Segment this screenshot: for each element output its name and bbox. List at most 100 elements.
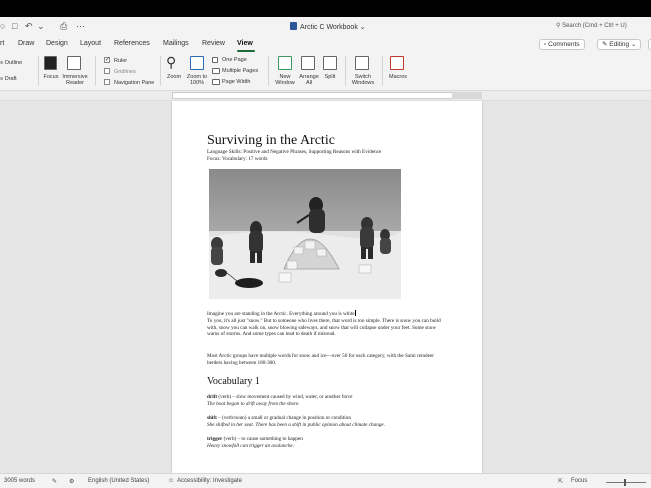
status-bar: 3005 words ✎ ⚙ English (United States) ☺… <box>0 473 651 488</box>
draft-icon: ≡ <box>0 76 4 82</box>
arrange-all-label[interactable]: Arrange All <box>296 74 322 86</box>
outline-view-button[interactable]: ≡ Outline <box>0 60 22 66</box>
comment-icon: ▫ <box>544 41 547 48</box>
focus-icon[interactable] <box>44 56 57 70</box>
vocab-example: Heavy snowfall can trigger an avalanche. <box>207 443 295 449</box>
zoom-slider-track[interactable] <box>606 482 646 483</box>
chevron-down-icon: ⌄ <box>359 24 366 31</box>
immersive-reader-icon[interactable] <box>67 56 81 70</box>
print-icon[interactable]: ⎙ <box>60 21 67 32</box>
redo-icon[interactable]: ⌄ <box>37 21 45 32</box>
tab-mailings[interactable]: Mailings <box>163 40 189 47</box>
document-page[interactable]: Surviving in the Arctic Language Skills:… <box>172 101 482 473</box>
split-label[interactable]: Split <box>320 74 340 80</box>
tab-layout[interactable]: Layout <box>80 40 101 47</box>
tab-view[interactable]: View <box>237 40 253 47</box>
multiple-pages-button[interactable]: Multiple Pages <box>222 68 258 74</box>
proofing-icon[interactable]: ✎ <box>52 478 57 485</box>
document-paragraph-1: Imagine you are standing in the Arctic. … <box>207 310 443 338</box>
gridlines-label: Gridlines <box>114 69 136 75</box>
document-paragraph-2: Most Arctic groups have multiple words f… <box>207 353 434 366</box>
accessibility-status[interactable]: Accessibility: Investigate <box>177 478 242 484</box>
zoom-label[interactable]: Zoom <box>164 74 184 80</box>
focus-mode-icon: ⇱ <box>558 479 564 485</box>
ruler-label: Ruler <box>114 58 128 64</box>
macros-icon[interactable] <box>390 56 404 70</box>
divider <box>95 56 96 86</box>
tab-references[interactable]: References <box>114 40 150 47</box>
vocab-word: trigger <box>207 436 223 442</box>
chevron-down-icon: ⌄ <box>630 41 637 48</box>
language-status[interactable]: English (United States) <box>88 478 149 484</box>
vocab-word: drift <box>207 394 218 400</box>
word-doc-icon <box>290 22 297 30</box>
ribbon-view: ≡ Outline ≡ Draft Focus Immersive Reader… <box>0 52 651 91</box>
vocab-term: shift – (verb/noun) a small or gradual c… <box>207 415 351 422</box>
vocab-definition: – (verb/noun) a small or gradual change … <box>216 415 351 421</box>
document-heading: Surviving in the Arctic <box>207 133 335 148</box>
page-width-button[interactable]: Page Width <box>222 79 250 85</box>
document-canvas[interactable]: Surviving in the Arctic Language Skills:… <box>0 101 651 473</box>
zoom-100-label[interactable]: Zoom to 100% <box>184 74 210 86</box>
ruler[interactable] <box>0 91 651 101</box>
divider <box>160 56 161 86</box>
new-window-icon[interactable] <box>278 56 292 70</box>
document-title[interactable]: Arctic C Workbook ⌄ <box>290 22 366 31</box>
navigation-pane-checkbox[interactable] <box>104 79 110 85</box>
switch-windows-label[interactable]: Switch Windows <box>348 74 378 86</box>
zoom-100-icon[interactable] <box>190 56 204 70</box>
top-black-bar <box>0 0 651 17</box>
arrange-all-icon[interactable] <box>301 56 315 70</box>
macro-record-icon[interactable]: ⚙ <box>69 478 74 485</box>
vocab-example: The boat began to drift away from the sh… <box>207 401 300 407</box>
draft-view-button[interactable]: ≡ Draft <box>0 76 17 82</box>
ribbon-tabs: rt Draw Design Layout References Mailing… <box>0 36 651 52</box>
accessibility-icon: ☺ <box>168 478 175 484</box>
divider <box>345 56 346 86</box>
word-count[interactable]: 3005 words <box>4 478 35 484</box>
tab-insert[interactable]: rt <box>0 40 4 47</box>
tab-design[interactable]: Design <box>46 40 68 47</box>
page-width-icon <box>212 79 220 85</box>
vocab-example: She shifted in her seat. There has been … <box>207 422 386 428</box>
multiple-pages-icon <box>212 68 220 74</box>
more-icon[interactable]: ⋯ <box>76 21 85 32</box>
outline-icon: ≡ <box>0 60 4 66</box>
undo-icon[interactable]: ↶ <box>25 21 33 32</box>
paragraph-1-body: To you, it's all just "snow." But to som… <box>207 317 441 338</box>
paragraph-1-first-line: Imagine you are standing in the Arctic. … <box>207 311 355 317</box>
comments-button[interactable]: ▫ Comments <box>539 39 585 50</box>
vocab-term: drift (verb) – slow movement caused by w… <box>207 394 352 401</box>
split-icon[interactable] <box>323 56 337 70</box>
arctic-photo[interactable] <box>209 169 401 299</box>
vocab-term: trigger (verb) – to cause something to h… <box>207 436 303 443</box>
ruler-right-margin <box>452 92 482 99</box>
vocab-word: shift <box>207 415 217 421</box>
search-box[interactable]: ⚲ Search (Cmd + Ctrl + U) <box>556 22 627 29</box>
switch-windows-icon[interactable] <box>355 56 369 70</box>
ruler-track <box>172 92 482 99</box>
macros-label[interactable]: Macros <box>385 74 411 80</box>
divider <box>382 56 383 86</box>
tab-review[interactable]: Review <box>202 40 225 47</box>
one-page-button[interactable]: One Page <box>222 57 247 63</box>
editing-button[interactable]: ✎ Editing ⌄ <box>597 39 642 50</box>
zoom-icon[interactable]: ⚲ <box>166 54 176 70</box>
divider <box>268 56 269 86</box>
ruler-checkbox[interactable]: ✓ <box>104 57 110 63</box>
vocab-definition: (verb) – slow movement caused by wind, w… <box>217 394 353 400</box>
zoom-slider-thumb[interactable] <box>624 479 626 486</box>
new-window-label[interactable]: New Window <box>272 74 298 86</box>
divider <box>38 56 39 86</box>
focus-mode-button[interactable]: Focus <box>571 478 587 484</box>
save-icon[interactable]: □ <box>12 21 17 32</box>
sidebar-icon[interactable]: ○ <box>0 21 5 32</box>
immersive-reader-label[interactable]: Immersive Reader <box>58 74 92 86</box>
one-page-icon <box>212 57 218 63</box>
title-bar: ○ □ ↶ ⌄ ⎙ ⋯ Arctic C Workbook ⌄ ⚲ Search… <box>0 17 651 36</box>
navigation-pane-label: Navigation Pane <box>114 80 155 86</box>
tab-draw[interactable]: Draw <box>18 40 34 47</box>
text-cursor <box>354 310 356 316</box>
gridlines-checkbox[interactable] <box>104 68 110 74</box>
vocab-definition: (verb) – to cause something to happen <box>222 436 303 442</box>
